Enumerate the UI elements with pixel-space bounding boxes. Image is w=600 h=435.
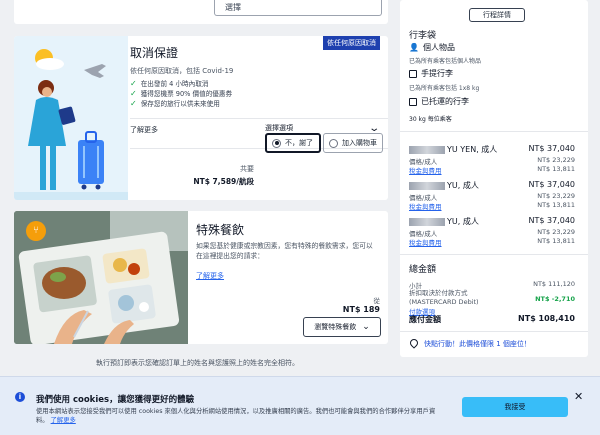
cutlery-icon: ⑂ xyxy=(26,221,46,241)
accept-cookies-button[interactable]: 我接受 xyxy=(462,397,568,417)
passenger-name: YU YEN, 成人 xyxy=(409,144,497,155)
checked-bag-note: 30 kg 每位乘客 xyxy=(409,116,452,123)
personal-item-note: 已為所有乘客包括個人物品 xyxy=(409,58,482,65)
cancel-title: 取消保證 xyxy=(130,46,179,60)
cookie-banner: i 我們使用 cookies，讓您獲得更好的體驗 使用本網站表示您接受我們可以使… xyxy=(0,376,600,435)
redacted-name xyxy=(409,145,445,154)
passenger-total: NT$ 37,040 xyxy=(528,180,576,189)
meal-description: 如果您基於健康或宗教因素，您有特殊的餐飲需求，您可以在這裡提出您的請求： xyxy=(196,242,373,260)
amount-due-value: NT$ 108,410 xyxy=(518,314,575,323)
person-icon: 👤 xyxy=(409,43,419,52)
benefit-item: ✓ 保存您的旅行以供未來使用 xyxy=(130,98,220,109)
baggage-title: 行李袋 xyxy=(409,31,437,41)
divider xyxy=(400,131,588,132)
any-reason-badge: 依任何原因取消 xyxy=(323,36,380,50)
passenger-name: YU, 成人 xyxy=(409,180,479,191)
total-title: 總金額 xyxy=(409,265,437,275)
cancel-subtitle: 依任何原因取消，包括 Covid-19 xyxy=(130,67,234,75)
meal-title: 特殊餐飲 xyxy=(196,223,245,237)
tax-value: NT$ 13,811 xyxy=(537,165,575,173)
special-meal-card: ⑂ 特殊餐飲 如果您基於健康或宗教因素，您有特殊的餐飲需求，您可以在這裡提出您的… xyxy=(14,211,388,344)
redacted-name xyxy=(409,217,445,226)
checked-bag-row: 已托運的行李 xyxy=(409,96,469,107)
option-no-thanks[interactable]: 不，謝了 xyxy=(265,133,321,153)
previous-select[interactable]: 選擇 xyxy=(214,0,382,16)
meal-tray-image: ⑂ xyxy=(14,211,188,344)
close-icon[interactable]: ✕ xyxy=(574,390,583,403)
price-label: 共要 xyxy=(240,165,254,173)
tax-value: NT$ 13,811 xyxy=(537,237,575,245)
check-icon: ✓ xyxy=(130,88,137,98)
benefit-item: ✓ 獲得您機票 90% 價值的優惠券 xyxy=(130,88,233,99)
tax-value: NT$ 13,811 xyxy=(537,201,575,209)
cancellation-guarantee-card: 依任何原因取消 取消保證 依任何原因取消，包括 Covid-19 ✓ 在出發前 … xyxy=(14,36,388,200)
cookie-title: 我們使用 cookies，讓您獲得更好的體驗 xyxy=(36,395,195,405)
passenger-name: YU, 成人 xyxy=(409,216,479,227)
cookie-learn-more-link[interactable]: 了解更多 xyxy=(51,417,76,424)
radio-selected-icon[interactable] xyxy=(272,138,281,148)
radio-empty-icon[interactable] xyxy=(329,138,338,148)
fare-value: NT$ 23,229 xyxy=(537,192,575,200)
meal-price: NT$ 189 xyxy=(342,305,380,314)
discount-value: NT$ -2,710 xyxy=(535,295,575,303)
previous-section-card: 選擇 xyxy=(14,0,388,24)
fare-value: NT$ 23,229 xyxy=(537,156,575,164)
cancel-options: 選擇選項 不，謝了 加入購物車 xyxy=(265,123,395,155)
benefit-item: ✓ 在出發前 4 小時內取消 xyxy=(130,78,209,89)
carry-on-row: 手提行李 xyxy=(409,68,453,79)
urgency-message: 快點行動！此價格僅限 1 個座位！ xyxy=(424,340,531,348)
trip-details-button[interactable]: 行程詳情 xyxy=(469,8,525,22)
fare-value: NT$ 23,229 xyxy=(537,228,575,236)
briefcase-icon xyxy=(409,69,417,78)
taxes-link[interactable]: 稅金與費用 xyxy=(409,201,442,211)
chevron-down-icon: ⌄ xyxy=(362,322,370,332)
cookie-body: 使用本網站表示您接受我們可以使用 cookies 來個人化與分析網站使用情況，以… xyxy=(36,408,436,424)
personal-item-row: 👤 個人物品 xyxy=(409,43,455,52)
name-confirmation-note: 執行預訂即表示您確認訂單上的姓名與您護照上的姓名完全相符。 xyxy=(96,359,299,367)
divider xyxy=(130,118,388,119)
taxes-link[interactable]: 稅金與費用 xyxy=(409,237,442,247)
meal-learn-more-link[interactable]: 了解更多 xyxy=(196,271,224,281)
browse-meals-button[interactable]: 瀏覽特殊餐飲 ⌄ xyxy=(303,317,381,337)
taxes-link[interactable]: 稅金與費用 xyxy=(409,165,442,175)
amount-due-label: 應付金額 xyxy=(409,315,441,324)
suitcase-icon xyxy=(409,97,417,106)
check-icon: ✓ xyxy=(130,78,137,88)
booking-summary-panel: 行程詳情 行李袋 👤 個人物品 已為所有乘客包括個人物品 手提行李 已為所有乘客… xyxy=(400,0,588,357)
info-icon: i xyxy=(15,392,25,402)
passenger-total: NT$ 37,040 xyxy=(528,216,576,225)
passenger-total: NT$ 37,040 xyxy=(528,144,576,153)
carry-on-note: 已為所有乘客包括 1x8 kg xyxy=(409,85,480,92)
redacted-name xyxy=(409,181,445,190)
option-add-to-cart[interactable]: 加入購物車 xyxy=(323,133,383,153)
check-icon: ✓ xyxy=(130,98,137,108)
location-icon xyxy=(408,337,420,349)
traveler-illustration xyxy=(14,36,128,200)
divider xyxy=(400,331,588,332)
meal-from-label: 從 xyxy=(373,297,381,305)
divider xyxy=(400,254,588,255)
options-heading: 選擇選項 xyxy=(265,124,293,132)
discount-label: 折扣取決於付款方式 (MASTERCARD Debit) xyxy=(409,289,479,306)
subtotal-value: NT$ 111,120 xyxy=(533,280,575,288)
price-per-segment: NT$ 7,589/航段 xyxy=(193,177,254,186)
